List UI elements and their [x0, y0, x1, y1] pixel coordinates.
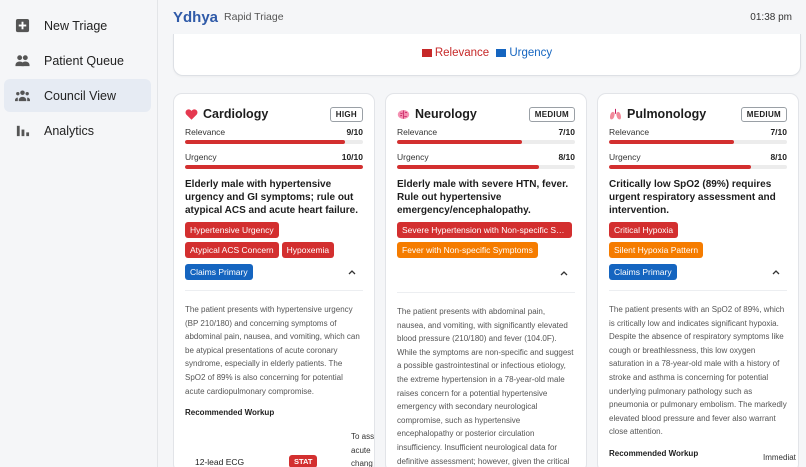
sidebar-item-label: New Triage — [44, 18, 108, 33]
specialist-card-pulmonology: Pulmonology MEDIUM Relevance 7/10 Urgenc… — [597, 93, 799, 467]
people-icon — [14, 53, 30, 69]
workup-title: Recommended Workup — [609, 448, 699, 458]
chevron-up-icon[interactable] — [771, 267, 781, 277]
relevance-bar — [185, 140, 363, 144]
relevance-bar-fill — [609, 140, 734, 144]
sidebar: New Triage Patient Queue Council View An… — [0, 0, 158, 467]
specialist-title: Cardiology — [203, 107, 269, 121]
relevance-bar-fill — [397, 140, 522, 144]
workup-item: 12-lead ECG STAT To ass acute chang — [185, 425, 374, 467]
finding-tags: Critical Hypoxia Silent Hypoxia Pattern — [609, 222, 787, 262]
brand-subtitle: Rapid Triage — [224, 11, 284, 23]
brand-logo: Ydhya — [173, 8, 219, 26]
urgency-bar-fill — [397, 165, 540, 169]
divider — [397, 292, 575, 293]
relevance-value: 7/10 — [558, 127, 575, 137]
group-icon — [14, 88, 30, 104]
sidebar-item-council-view[interactable]: Council View — [4, 79, 151, 112]
finding-tag: Critical Hypoxia — [609, 222, 679, 238]
urgency-value: 8/10 — [558, 152, 575, 162]
relevance-urgency-chart: Relevance Urgency — [173, 34, 801, 76]
claims-primary-badge: Claims Primary — [609, 264, 677, 280]
urgency-label: Urgency — [397, 152, 429, 162]
workup-reason: To ass acute chang — [351, 432, 375, 467]
bar-chart-icon — [14, 123, 30, 139]
priority-badge: HIGH — [329, 106, 363, 122]
brain-icon — [397, 107, 411, 121]
specialist-card-cardiology: Cardiology HIGH Relevance 9/10 Urgency 1… — [173, 93, 375, 467]
sidebar-item-analytics[interactable]: Analytics — [4, 114, 151, 147]
sidebar-item-label: Analytics — [44, 123, 95, 138]
urgency-bar-fill — [185, 165, 363, 169]
relevance-bar-fill — [185, 140, 346, 144]
top-bar: Ydhya Rapid Triage 01:38 pm — [159, 0, 806, 34]
legend-label: Urgency — [509, 47, 553, 59]
heart-icon — [185, 107, 199, 121]
specialist-details: The patient presents with an SpO2 of 89%… — [609, 305, 787, 437]
specialist-summary: Critically low SpO2 (89%) requires urgen… — [609, 179, 776, 216]
stat-badge: STAT — [289, 455, 318, 467]
finding-tag: Hypertensive Urgency — [185, 222, 279, 238]
relevance-bar — [397, 140, 575, 144]
specialist-title: Neurology — [415, 107, 477, 121]
finding-tag: Fever with Non-specific Symptoms — [397, 242, 538, 258]
specialist-title: Pulmonology — [627, 107, 707, 121]
finding-tags: Hypertensive Urgency Atypical ACS Concer… — [185, 222, 363, 262]
legend-item-urgency[interactable]: Urgency — [496, 47, 552, 59]
urgency-label: Urgency — [185, 152, 217, 162]
sidebar-item-label: Council View — [44, 88, 117, 103]
chevron-up-icon[interactable] — [347, 267, 357, 277]
urgency-bar-fill — [609, 165, 752, 169]
relevance-label: Relevance — [185, 127, 226, 137]
main-content: Ydhya Rapid Triage 01:38 pm Relevance Ur… — [159, 0, 806, 467]
urgency-bar — [609, 165, 787, 169]
workup-test-name: 12-lead ECG — [195, 457, 245, 467]
urgency-value: 10/10 — [341, 152, 363, 162]
specialist-card-neurology: Neurology MEDIUM Relevance 7/10 Urgency … — [385, 93, 587, 467]
urgency-label: Urgency — [609, 152, 641, 162]
specialist-summary: Elderly male with severe HTN, fever. Rul… — [397, 179, 569, 216]
priority-badge: MEDIUM — [740, 106, 787, 122]
priority-badge: MEDIUM — [528, 106, 575, 122]
finding-tag: Atypical ACS Concern — [185, 242, 279, 258]
chart-legend: Relevance Urgency — [174, 47, 800, 60]
plus-box-icon — [14, 18, 30, 34]
legend-item-relevance[interactable]: Relevance — [421, 47, 490, 59]
claims-primary-badge: Claims Primary — [185, 264, 253, 280]
finding-tags: Severe Hypertension with Non-specific Sy… — [397, 222, 575, 262]
chevron-up-icon[interactable] — [559, 268, 569, 278]
specialist-summary: Elderly male with hypertensive urgency a… — [185, 179, 359, 216]
relevance-label: Relevance — [609, 127, 650, 137]
overflow-text: Immediat — [763, 453, 796, 462]
urgency-bar — [185, 165, 363, 169]
workup-title: Recommended Workup — [185, 408, 275, 418]
specialist-details: The patient presents with abdominal pain… — [397, 307, 574, 466]
sidebar-item-label: Patient Queue — [44, 53, 124, 68]
divider — [185, 290, 363, 291]
urgency-bar — [397, 165, 575, 169]
relevance-label: Relevance — [397, 127, 438, 137]
legend-swatch-relevance — [421, 49, 432, 57]
sidebar-item-patient-queue[interactable]: Patient Queue — [4, 44, 151, 77]
urgency-value: 8/10 — [770, 152, 787, 162]
sidebar-item-new-triage[interactable]: New Triage — [4, 9, 151, 42]
divider — [609, 290, 787, 291]
lungs-icon — [609, 107, 623, 121]
legend-label: Relevance — [434, 47, 490, 59]
finding-tag: Silent Hypoxia Pattern — [609, 242, 704, 258]
clock: 01:38 pm — [750, 11, 792, 23]
legend-swatch-urgency — [496, 49, 507, 57]
relevance-bar — [609, 140, 787, 144]
finding-tag: Hypoxemia — [281, 242, 335, 258]
relevance-value: 9/10 — [346, 127, 363, 137]
relevance-value: 7/10 — [770, 127, 787, 137]
finding-tag: Severe Hypertension with Non-specific Sy… — [397, 222, 572, 238]
specialist-details: The patient presents with hypertensive u… — [185, 305, 360, 396]
